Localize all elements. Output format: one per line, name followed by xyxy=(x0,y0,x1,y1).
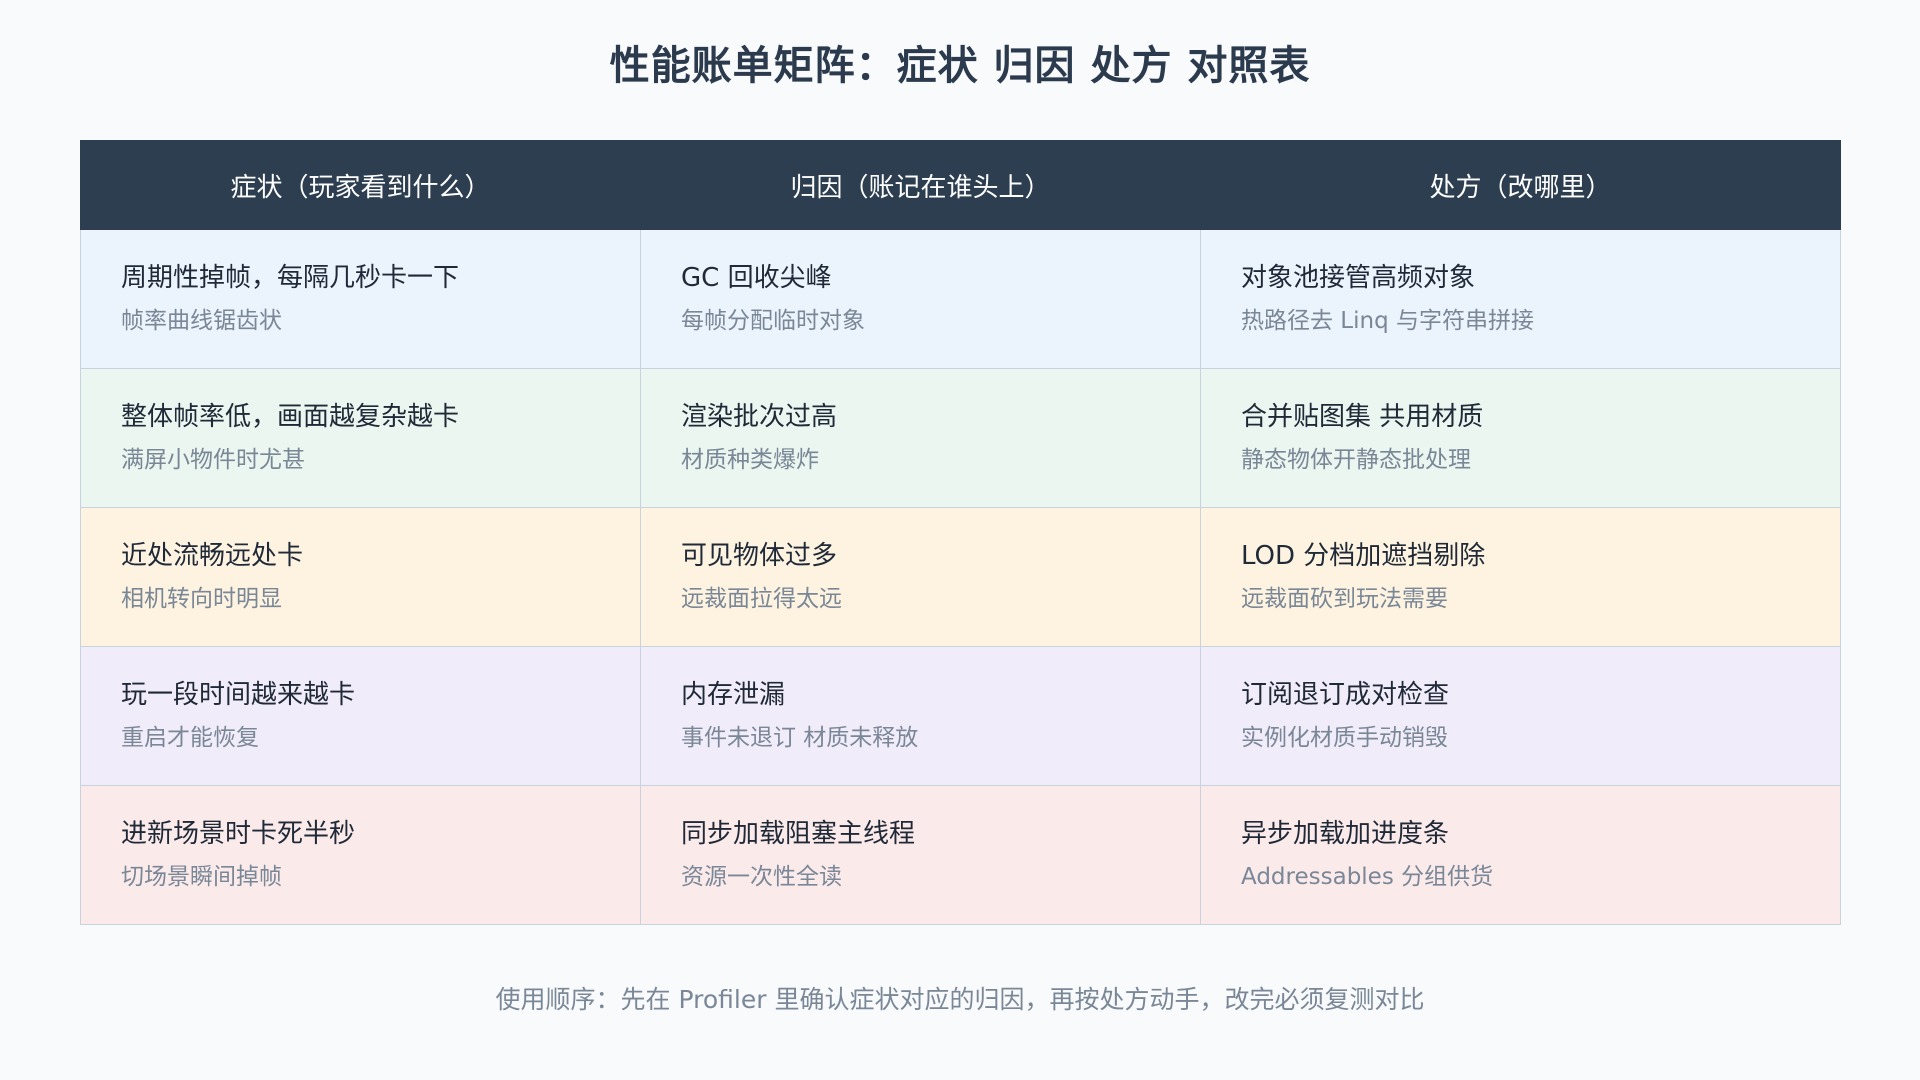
fix-detail: 静态物体开静态批处理 xyxy=(1241,447,1471,473)
fix-detail: 实例化材质手动销毁 xyxy=(1241,725,1448,751)
cause-text: GC 回收尖峰 xyxy=(681,263,832,293)
table-body: 周期性掉帧，每隔几秒卡一下 帧率曲线锯齿状 GC 回收尖峰 每帧分配临时对象 对… xyxy=(80,229,1841,925)
symptom-detail: 帧率曲线锯齿状 xyxy=(121,308,282,334)
cause-detail: 事件未退订 材质未释放 xyxy=(681,725,919,751)
fix-detail: 热路径去 Linq 与字符串拼接 xyxy=(1241,308,1535,334)
symptom-cell: 近处流畅远处卡 相机转向时明显 xyxy=(80,507,641,647)
symptom-cell: 整体帧率低，画面越复杂越卡 满屏小物件时尤甚 xyxy=(80,368,641,508)
fix-detail: 远裁面砍到玩法需要 xyxy=(1241,586,1448,612)
symptom-detail: 重启才能恢复 xyxy=(121,725,259,751)
cause-cell: 渲染批次过高 材质种类爆炸 xyxy=(640,368,1201,508)
fix-text: 合并贴图集 共用材质 xyxy=(1241,402,1484,432)
header-fix: 处方（改哪里） xyxy=(1200,140,1841,230)
cause-detail: 每帧分配临时对象 xyxy=(681,308,865,334)
symptom-detail: 相机转向时明显 xyxy=(121,586,282,612)
table-header: 症状（玩家看到什么） 归因（账记在谁头上） 处方（改哪里） xyxy=(80,140,1841,230)
cause-cell: GC 回收尖峰 每帧分配临时对象 xyxy=(640,229,1201,369)
cause-text: 可见物体过多 xyxy=(681,541,838,571)
symptom-detail: 切场景瞬间掉帧 xyxy=(121,864,282,890)
cause-cell: 内存泄漏 事件未退订 材质未释放 xyxy=(640,646,1201,786)
table-row: 进新场景时卡死半秒 切场景瞬间掉帧 同步加载阻塞主线程 资源一次性全读 异步加载… xyxy=(80,785,1841,925)
fix-cell: LOD 分档加遮挡剔除 远裁面砍到玩法需要 xyxy=(1200,507,1841,647)
fix-cell: 订阅退订成对检查 实例化材质手动销毁 xyxy=(1200,646,1841,786)
performance-matrix-table: 症状（玩家看到什么） 归因（账记在谁头上） 处方（改哪里） 周期性掉帧，每隔几秒… xyxy=(80,140,1841,925)
cause-detail: 资源一次性全读 xyxy=(681,864,842,890)
symptom-text: 玩一段时间越来越卡 xyxy=(121,680,356,710)
cause-text: 内存泄漏 xyxy=(681,680,786,710)
cause-text: 同步加载阻塞主线程 xyxy=(681,819,916,849)
fix-text: 订阅退订成对检查 xyxy=(1241,680,1450,710)
cause-cell: 可见物体过多 远裁面拉得太远 xyxy=(640,507,1201,647)
symptom-cell: 周期性掉帧，每隔几秒卡一下 帧率曲线锯齿状 xyxy=(80,229,641,369)
cause-text: 渲染批次过高 xyxy=(681,402,838,432)
symptom-detail: 满屏小物件时尤甚 xyxy=(121,447,305,473)
header-row: 症状（玩家看到什么） 归因（账记在谁头上） 处方（改哪里） xyxy=(80,140,1841,230)
cause-detail: 材质种类爆炸 xyxy=(681,447,819,473)
fix-text: LOD 分档加遮挡剔除 xyxy=(1241,541,1486,571)
symptom-cell: 进新场景时卡死半秒 切场景瞬间掉帧 xyxy=(80,785,641,925)
cause-cell: 同步加载阻塞主线程 资源一次性全读 xyxy=(640,785,1201,925)
header-symptom: 症状（玩家看到什么） xyxy=(80,140,641,230)
usage-footnote: 使用顺序：先在 Profiler 里确认症状对应的归因，再按处方动手，改完必须复… xyxy=(495,985,1425,1014)
symptom-text: 整体帧率低，画面越复杂越卡 xyxy=(121,402,460,432)
fix-cell: 异步加载加进度条 Addressables 分组供货 xyxy=(1200,785,1841,925)
fix-detail: Addressables 分组供货 xyxy=(1241,864,1494,890)
table-row: 整体帧率低，画面越复杂越卡 满屏小物件时尤甚 渲染批次过高 材质种类爆炸 合并贴… xyxy=(80,368,1841,508)
table-row: 玩一段时间越来越卡 重启才能恢复 内存泄漏 事件未退订 材质未释放 订阅退订成对… xyxy=(80,646,1841,786)
page-title: 性能账单矩阵：症状 归因 处方 对照表 xyxy=(609,43,1311,89)
header-cause: 归因（账记在谁头上） xyxy=(640,140,1201,230)
symptom-text: 进新场景时卡死半秒 xyxy=(121,819,356,849)
table-row: 近处流畅远处卡 相机转向时明显 可见物体过多 远裁面拉得太远 LOD 分档加遮挡… xyxy=(80,507,1841,647)
table-row: 周期性掉帧，每隔几秒卡一下 帧率曲线锯齿状 GC 回收尖峰 每帧分配临时对象 对… xyxy=(80,229,1841,369)
fix-text: 对象池接管高频对象 xyxy=(1241,263,1476,293)
cause-detail: 远裁面拉得太远 xyxy=(681,586,842,612)
symptom-cell: 玩一段时间越来越卡 重启才能恢复 xyxy=(80,646,641,786)
symptom-text: 周期性掉帧，每隔几秒卡一下 xyxy=(121,263,460,293)
fix-cell: 对象池接管高频对象 热路径去 Linq 与字符串拼接 xyxy=(1200,229,1841,369)
fix-text: 异步加载加进度条 xyxy=(1241,819,1450,849)
symptom-text: 近处流畅远处卡 xyxy=(121,541,304,571)
fix-cell: 合并贴图集 共用材质 静态物体开静态批处理 xyxy=(1200,368,1841,508)
